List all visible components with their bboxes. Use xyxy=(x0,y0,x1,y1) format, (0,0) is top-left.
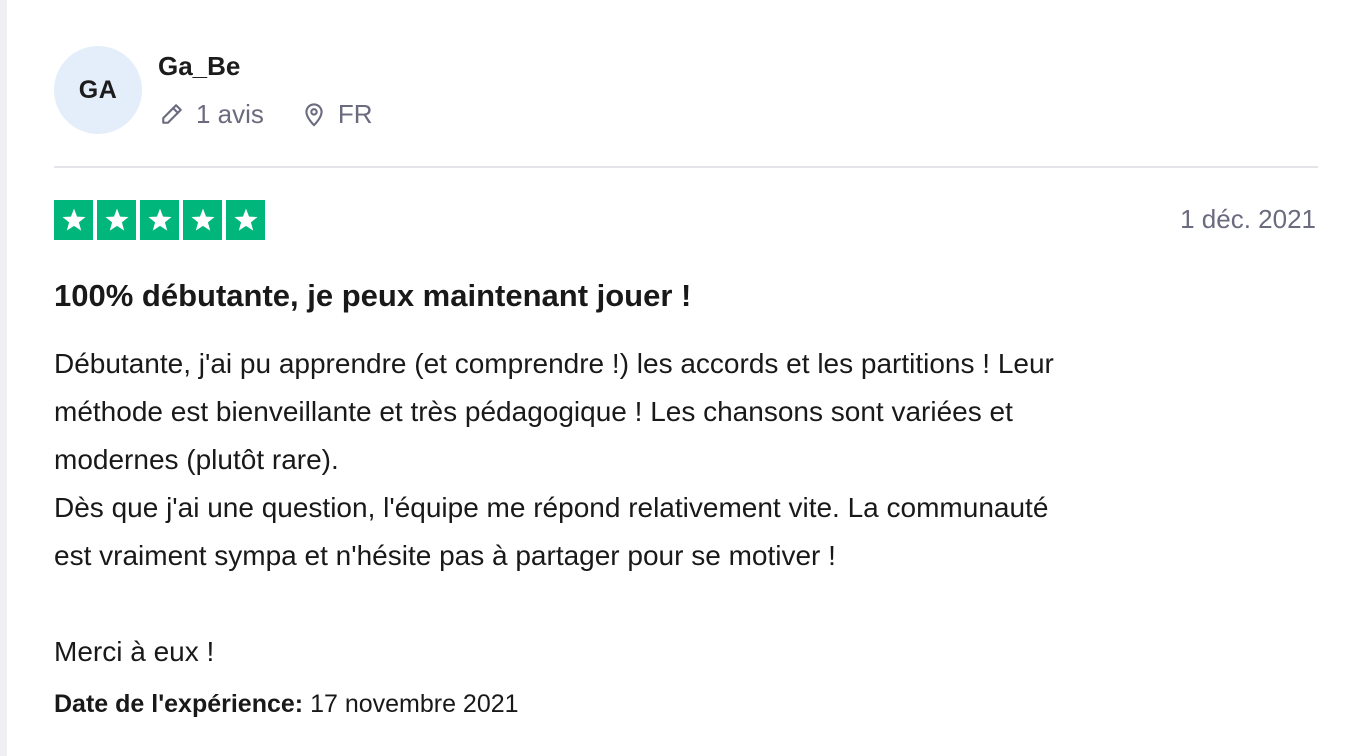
reviews-count-label: 1 avis xyxy=(196,98,264,129)
header-divider xyxy=(54,166,1318,168)
country-label: FR xyxy=(337,98,373,129)
review-body: Débutante, j'ai pu apprendre (et compren… xyxy=(54,340,1314,676)
reviewer-name[interactable]: Ga_Be xyxy=(158,51,240,82)
star-icon xyxy=(97,200,136,240)
review-title[interactable]: 100% débutante, je peux maintenant jouer… xyxy=(54,278,691,314)
review-card: GA Ga_Be 1 avis FR 1 déc. 2021 100% débu… xyxy=(54,0,1318,756)
experience-date-value: 17 novembre 2021 xyxy=(310,690,519,718)
body-line: Merci à eux ! xyxy=(54,636,215,667)
star-icon xyxy=(54,200,93,240)
body-line: méthode est bienveillante et très pédago… xyxy=(54,396,1013,427)
reviews-count: 1 avis xyxy=(158,99,264,130)
body-line: modernes (plutôt rare). xyxy=(54,444,339,475)
body-line: Débutante, j'ai pu apprendre (et compren… xyxy=(54,348,1054,379)
body-spacer xyxy=(54,580,1314,628)
experience-date-label: Date de l'expérience: xyxy=(54,690,304,718)
body-line: est vraiment sympa et n'hésite pas à par… xyxy=(54,540,836,571)
star-rating xyxy=(54,200,265,240)
location-pin-icon xyxy=(300,100,328,128)
avatar-initials: GA xyxy=(78,75,118,104)
experience-date: Date de l'expérience: 17 novembre 2021 xyxy=(54,690,519,719)
avatar[interactable]: GA xyxy=(54,46,142,134)
body-line: Dès que j'ai une question, l'équipe me r… xyxy=(54,492,1049,523)
reviewer-meta: 1 avis FR xyxy=(158,96,373,132)
reviewer-location: FR xyxy=(300,99,373,130)
pencil-icon xyxy=(158,100,186,128)
star-icon xyxy=(226,200,265,240)
review-date: 1 déc. 2021 xyxy=(1180,204,1316,234)
page-left-rail xyxy=(0,0,7,756)
star-icon xyxy=(183,200,222,240)
star-icon xyxy=(140,200,179,240)
